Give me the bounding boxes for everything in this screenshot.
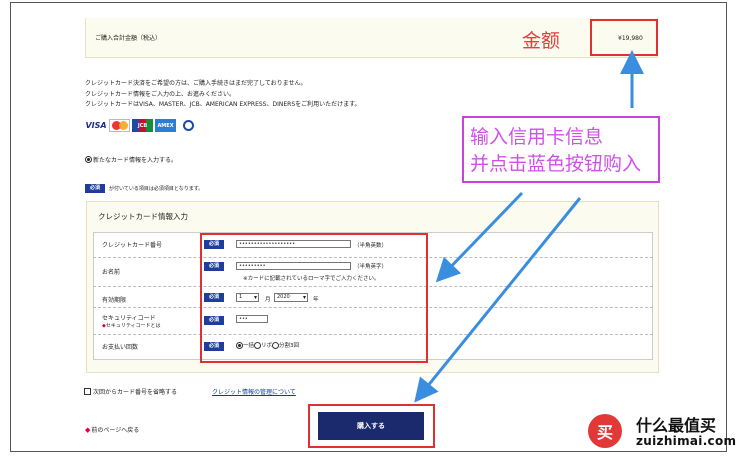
arrow-to-buy-button [414,197,582,403]
save-card-checkbox[interactable] [84,388,91,395]
save-card-label: 次回からカード番号を省略する [93,389,178,396]
back-arrow-icon: ◆ [85,425,91,434]
buy-button[interactable]: 購入する [318,412,424,440]
save-card-option[interactable]: 次回からカード番号を省略する [84,387,177,396]
card-management-link[interactable]: クレジット情報の管理について [212,387,296,396]
watermark-site-url: zuizhimai.com [636,434,737,448]
back-link-text: 前のページへ戻る [91,427,140,434]
back-link[interactable]: ◆ 前のページへ戻る [85,425,140,435]
watermark-site-name: 什么最值买 [636,416,717,435]
arrow-to-form [435,191,524,283]
watermark-logo: 买 [588,414,622,448]
